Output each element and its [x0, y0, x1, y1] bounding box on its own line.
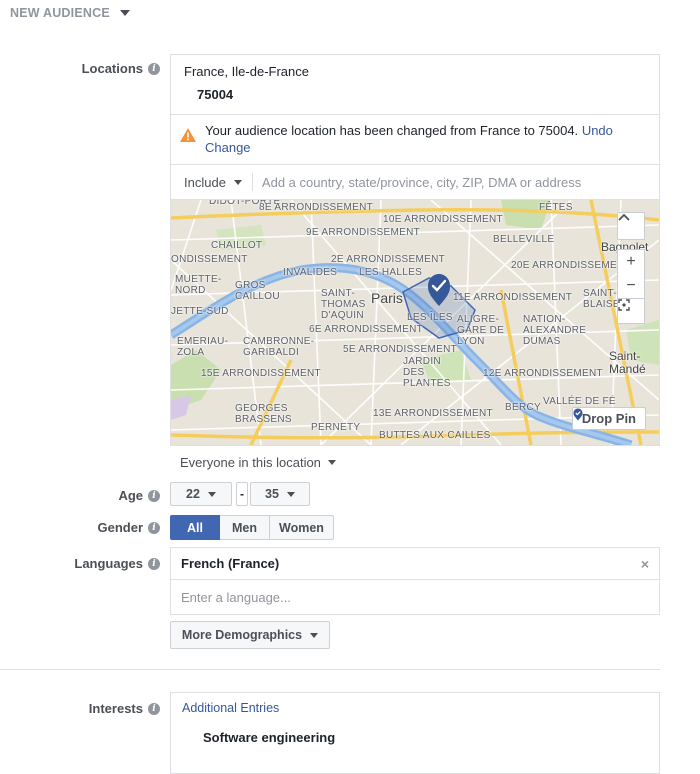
- info-icon[interactable]: i: [148, 557, 160, 570]
- selected-language: French (France) ×: [171, 548, 659, 580]
- map-label: LES HALLES: [359, 267, 423, 278]
- map-label: 8E ARRONDISSEMENT: [259, 202, 374, 213]
- map-label: EMERIAU- ZOLA: [177, 336, 229, 358]
- gender-all-button[interactable]: All: [170, 515, 220, 540]
- include-row: Include: [171, 164, 659, 199]
- fit-bounds-button[interactable]: [617, 299, 645, 324]
- gender-men-button[interactable]: Men: [220, 515, 270, 540]
- map-label: 20E ARRONDISSEMEN: [511, 260, 625, 271]
- interest-entry: Software engineering: [203, 730, 336, 745]
- map-label: 2E ARRONDISSEMENT: [331, 254, 446, 265]
- include-dropdown[interactable]: Include: [171, 175, 252, 190]
- audience-title: NEW AUDIENCE: [10, 6, 110, 20]
- languages-label: Languages i: [74, 556, 160, 571]
- fit-bounds-icon: [618, 299, 630, 311]
- map-label: GEORGES BRASSENS: [235, 403, 292, 425]
- chevron-up-icon: [618, 213, 630, 221]
- map-label: PERNETY: [311, 422, 361, 433]
- gender-label: Gender i: [97, 520, 160, 535]
- warning-icon: [180, 128, 196, 142]
- age-range-dash: -: [236, 482, 248, 506]
- location-map[interactable]: DIDOT-PORTE 8E ARRONDISSEMENT 10E ARROND…: [171, 199, 659, 445]
- chevron-down-icon: [310, 632, 319, 638]
- map-label: 15E ARRONDISSEMENT: [201, 368, 321, 379]
- location-search-input[interactable]: [252, 173, 659, 191]
- additional-entries-link[interactable]: Additional Entries: [171, 693, 659, 715]
- map-label: NATION- ALEXANDRE DUMAS: [523, 314, 587, 347]
- map-label: 9E ARRONDISSEMENT: [306, 227, 421, 238]
- chevron-down-icon: [233, 179, 242, 185]
- map-label: BUTTES AUX CAILLES: [379, 430, 491, 441]
- languages-box: French (France) ×: [170, 547, 660, 615]
- warning-text: Your audience location has been changed …: [205, 123, 579, 138]
- language-input[interactable]: [171, 580, 659, 614]
- map-label: 6E ARRONDISSEMENT: [309, 324, 424, 335]
- location-postal: 75004: [197, 87, 234, 102]
- chevron-down-icon: [327, 460, 336, 465]
- map-label: GROS CAILLOU: [235, 280, 280, 302]
- locations-box: France, Ile-de-France 75004 Your audienc…: [170, 54, 660, 446]
- map-label: Paris: [371, 290, 403, 306]
- chevron-down-icon: [207, 491, 216, 497]
- location-region: France, Ile-de-France: [184, 64, 309, 79]
- age-min-select[interactable]: 22: [170, 482, 232, 506]
- interests-label: Interests i: [89, 701, 160, 716]
- more-demographics-button[interactable]: More Demographics: [170, 621, 330, 649]
- drop-pin-button[interactable]: Drop Pin: [571, 407, 646, 430]
- map-label: BERCY: [505, 402, 541, 413]
- chevron-down-icon: [286, 491, 295, 497]
- location-type-dropdown[interactable]: Everyone in this location: [180, 455, 336, 470]
- section-divider: [0, 669, 660, 670]
- audience-header[interactable]: NEW AUDIENCE: [10, 6, 130, 20]
- gender-women-button[interactable]: Women: [270, 515, 334, 540]
- map-label: BELLEVILLE: [493, 234, 555, 245]
- location-type-label: Everyone in this location: [180, 455, 321, 470]
- map-label: CHAILLOT: [211, 240, 263, 251]
- remove-language-icon[interactable]: ×: [641, 556, 649, 572]
- map-label: MUETTE- NORD: [175, 274, 222, 296]
- map-label: ALIGRE- GARE DE LYON: [457, 314, 505, 347]
- map-label: Saint- Mandé: [609, 349, 646, 376]
- selected-language-label: French (France): [181, 556, 280, 571]
- map-label: 11E ARRONDISSEMENT: [453, 292, 573, 303]
- age-label: Age i: [118, 488, 160, 503]
- info-icon[interactable]: i: [148, 62, 160, 75]
- age-max-select[interactable]: 35: [250, 482, 310, 506]
- map-label: CAMBRONNE- GARIBALDI: [243, 336, 315, 358]
- map-label: FÊTES: [539, 202, 573, 213]
- location-warning: Your audience location has been changed …: [171, 114, 659, 164]
- map-label: JARDIN DES PLANTES: [403, 356, 451, 389]
- map-label: 12E ARRONDISSEMENT: [483, 368, 603, 379]
- map-label: LES ÎLES: [407, 312, 453, 323]
- zoom-out-button[interactable]: −: [617, 274, 645, 299]
- map-label: JETTE-SUD: [171, 306, 229, 317]
- chevron-down-icon: [119, 10, 130, 16]
- interests-box: Additional Entries Software engineering: [170, 692, 660, 774]
- map-label: 10E ARRONDISSEMENT: [383, 214, 503, 225]
- map-label: VALLÉE DE FÉ: [543, 396, 616, 407]
- map-scroll-up-button[interactable]: [617, 212, 645, 240]
- map-label: 5E ARRONDISSEMENT: [343, 344, 458, 355]
- map-label: 13E ARRONDISSEMENT: [373, 408, 493, 419]
- map-label: ONDISSEMENT: [171, 254, 248, 265]
- drop-pin-label: Drop Pin: [581, 411, 636, 426]
- info-icon[interactable]: i: [148, 521, 160, 534]
- info-icon[interactable]: i: [148, 489, 160, 502]
- include-label: Include: [184, 174, 226, 190]
- gender-toggle: All Men Women: [170, 515, 334, 540]
- locations-label: Locations i: [82, 61, 160, 76]
- zoom-in-button[interactable]: +: [617, 249, 645, 275]
- info-icon[interactable]: i: [148, 702, 160, 715]
- map-label: INVALIDES: [283, 267, 338, 278]
- pin-icon: [573, 408, 583, 421]
